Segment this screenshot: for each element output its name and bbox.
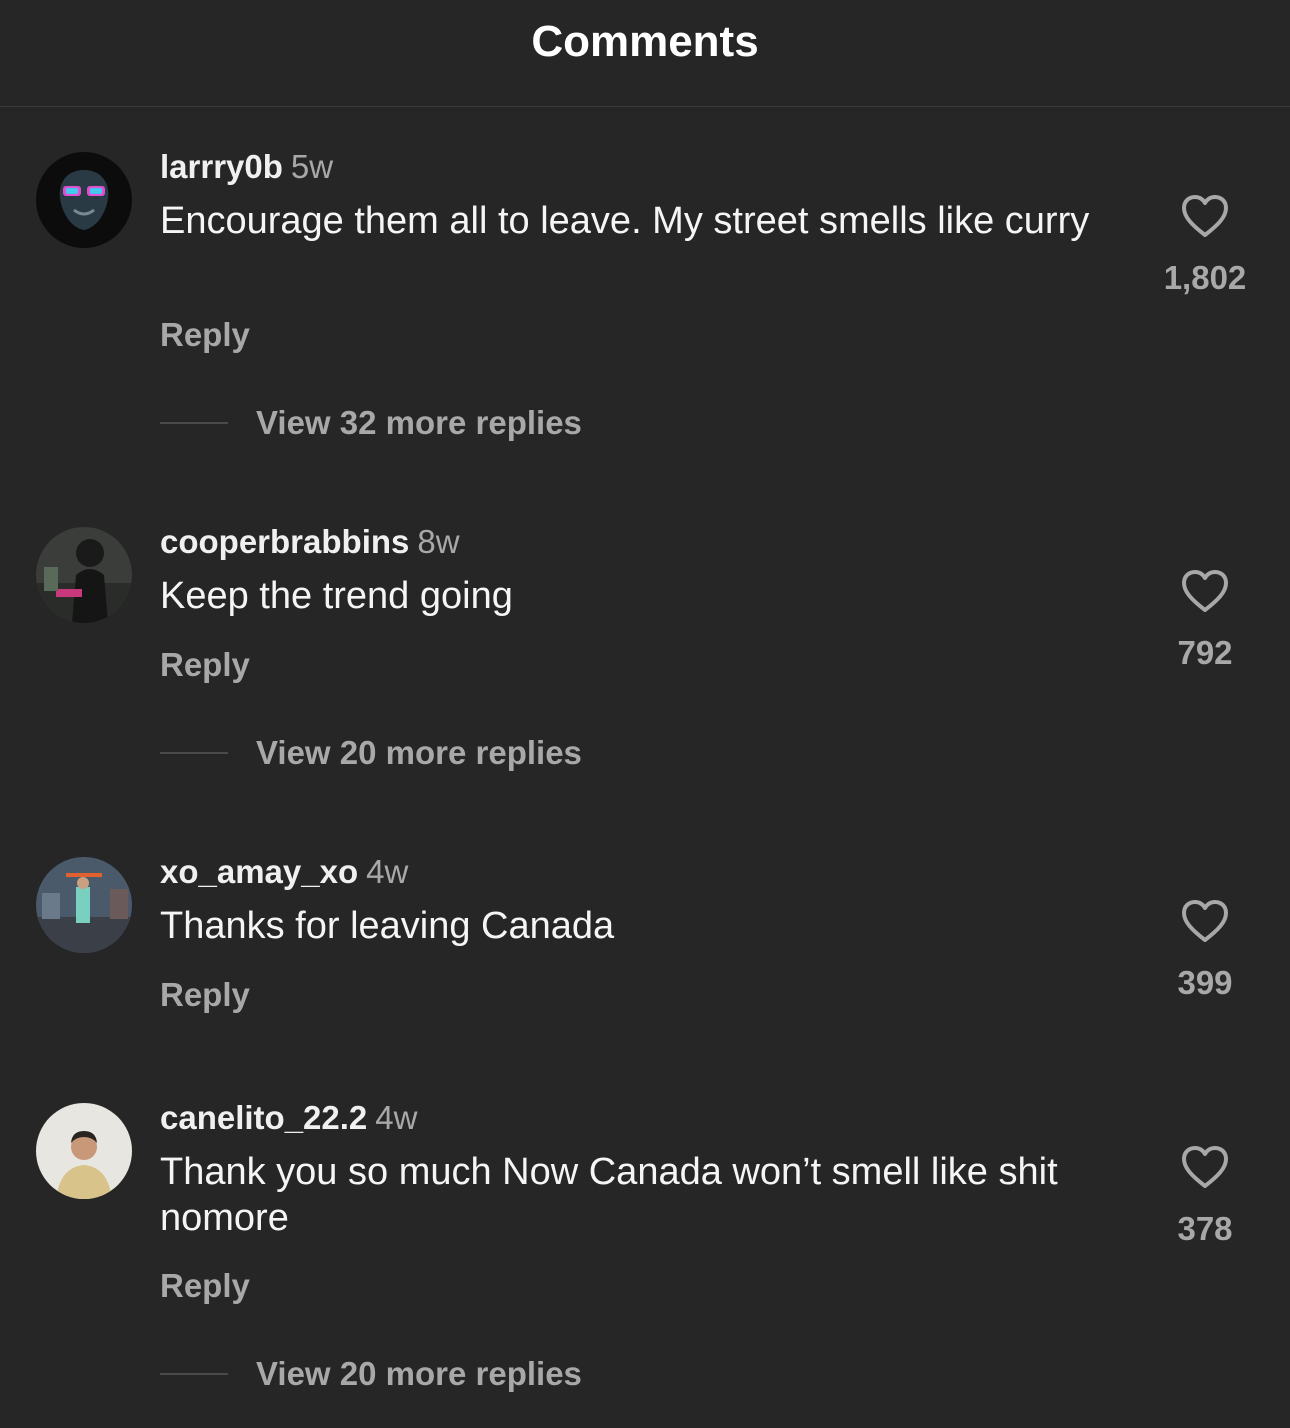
divider [160, 752, 228, 754]
reply-button[interactable]: Reply [160, 646, 250, 684]
view-replies-button[interactable]: View 20 more replies [160, 1354, 582, 1394]
like-count: 1,802 [1163, 259, 1247, 296]
view-replies-label: View 20 more replies [256, 1355, 582, 1392]
like-control: 399 [1140, 898, 1270, 1002]
heart-outline-icon[interactable] [1180, 568, 1230, 614]
comment-meta: xo_amay_xo 4w [160, 853, 408, 891]
comment-meta: larrry0b 5w [160, 148, 333, 186]
like-control: 378 [1140, 1144, 1270, 1248]
heart-outline-icon[interactable] [1180, 193, 1230, 239]
comment-text: Thanks for leaving Canada [160, 905, 615, 947]
avatar[interactable] [36, 152, 132, 248]
like-count: 378 [1177, 1210, 1233, 1247]
avatar[interactable] [36, 1103, 132, 1199]
username[interactable]: larrry0b [160, 148, 283, 185]
timestamp: 4w [375, 1099, 418, 1136]
username[interactable]: xo_amay_xo [160, 853, 358, 890]
comment-text: Thank you so much Now Canada won’t smell… [160, 1151, 1058, 1239]
comment-meta: cooperbrabbins 8w [160, 523, 460, 561]
avatar[interactable] [36, 857, 132, 953]
like-control: 1,802 [1140, 193, 1270, 297]
timestamp: 5w [290, 148, 334, 185]
heart-outline-icon[interactable] [1180, 898, 1230, 944]
avatar[interactable] [36, 527, 132, 623]
timestamp: 4w [366, 853, 409, 890]
comments-header: Comments [0, 0, 1290, 107]
like-control: 792 [1140, 568, 1270, 672]
reply-button[interactable]: Reply [160, 316, 250, 354]
divider [160, 1373, 228, 1375]
timestamp: 8w [417, 523, 460, 560]
view-replies-button[interactable]: View 32 more replies [160, 403, 582, 443]
comment-text: Encourage them all to leave. My street s… [160, 200, 1090, 242]
view-replies-label: View 20 more replies [256, 734, 582, 771]
like-count: 399 [1177, 964, 1233, 1001]
divider [160, 422, 228, 424]
username[interactable]: canelito_22.2 [160, 1099, 367, 1136]
reply-button[interactable]: Reply [160, 976, 250, 1014]
heart-outline-icon[interactable] [1180, 1144, 1230, 1190]
comment-meta: canelito_22.2 4w [160, 1099, 417, 1137]
view-replies-label: View 32 more replies [256, 404, 582, 441]
comment-text: Keep the trend going [160, 575, 513, 617]
reply-button[interactable]: Reply [160, 1267, 250, 1305]
like-count: 792 [1177, 634, 1233, 671]
username[interactable]: cooperbrabbins [160, 523, 409, 560]
page-title: Comments [531, 17, 759, 66]
view-replies-button[interactable]: View 20 more replies [160, 733, 582, 773]
